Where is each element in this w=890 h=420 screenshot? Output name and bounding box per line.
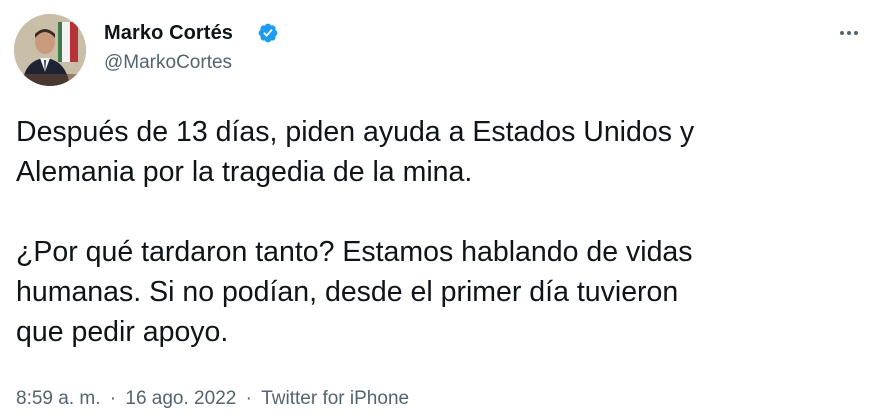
- more-horizontal-icon: [840, 31, 844, 35]
- author-handle[interactable]: @MarkoCortes: [104, 52, 232, 74]
- tweet-card: Marko Cortés @MarkoCortes Después de 13 …: [0, 0, 890, 420]
- more-options-button[interactable]: [832, 20, 866, 46]
- author-name[interactable]: Marko Cortés: [104, 22, 233, 45]
- verified-badge-icon: [258, 23, 278, 43]
- tweet-time[interactable]: 8:59 a. m.: [16, 388, 101, 410]
- avatar[interactable]: [14, 14, 86, 86]
- tweet-date[interactable]: 16 ago. 2022: [125, 388, 236, 410]
- tweet-text: Después de 13 días, piden ayuda a Estado…: [16, 116, 695, 348]
- more-horizontal-icon: [847, 31, 851, 35]
- tweet-source[interactable]: Twitter for iPhone: [261, 388, 409, 410]
- avatar-image: [14, 14, 86, 86]
- more-horizontal-icon: [854, 31, 858, 35]
- separator: ·: [245, 388, 252, 409]
- separator: ·: [109, 388, 117, 409]
- tweet-metadata: 8:59 a. m. · 16 ago. 2022 · Twitter for …: [16, 388, 409, 410]
